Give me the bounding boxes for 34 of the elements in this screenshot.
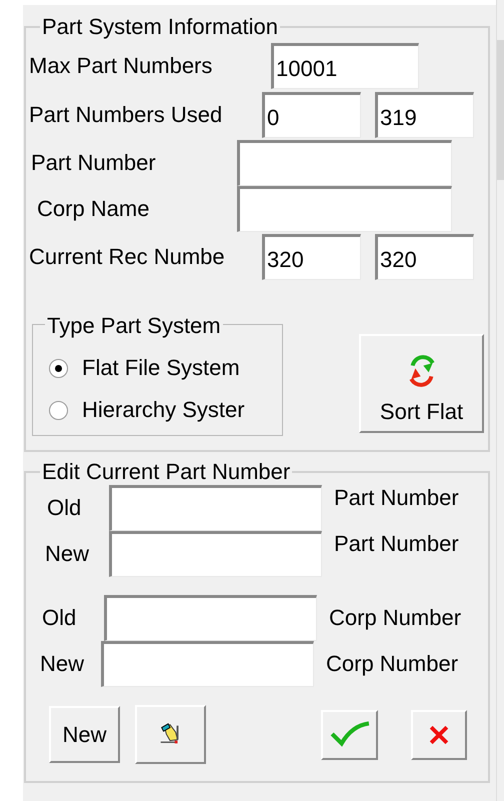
new-button[interactable]: New	[49, 706, 120, 763]
radio-label: Hierarchy Syster	[82, 397, 245, 423]
input-field[interactable]	[109, 485, 322, 531]
scrollbar[interactable]	[496, 0, 504, 801]
input-field[interactable]: 320	[375, 234, 474, 280]
input-field[interactable]	[104, 595, 317, 641]
input-field[interactable]	[237, 186, 452, 232]
field-label: Max Part Numbers	[29, 53, 214, 79]
input-field[interactable]: 319	[375, 92, 474, 138]
input-field[interactable]	[109, 531, 322, 577]
field-caption: Corp Number	[326, 651, 458, 677]
cancel-button[interactable]	[411, 710, 467, 760]
field-label: New	[40, 651, 86, 677]
field-caption: Part Number	[334, 485, 459, 511]
field-label: Corp Name	[36, 196, 150, 222]
input-field[interactable]: 10001	[271, 43, 419, 89]
field-label: Current Rec Numbe	[29, 244, 226, 270]
field-label: Part Number	[30, 150, 157, 176]
radio-button[interactable]	[49, 358, 68, 378]
field-label: Old	[42, 605, 78, 631]
field-caption: Corp Number	[329, 605, 462, 631]
field-label: Old	[47, 495, 82, 521]
field-caption: Part Number	[334, 531, 459, 557]
sort-button[interactable]: Sort Flat	[359, 334, 484, 433]
input-field[interactable]: 0	[262, 92, 361, 138]
field-label: New	[45, 541, 90, 567]
input-field[interactable]: 320	[262, 234, 361, 280]
input-field[interactable]	[237, 140, 452, 186]
radio-button[interactable]	[49, 400, 68, 420]
radio-label: Flat File System	[82, 355, 240, 381]
field-label: Part Numbers Used	[29, 102, 224, 128]
ok-button[interactable]	[321, 710, 378, 760]
edit-button[interactable]	[135, 705, 206, 764]
input-field[interactable]	[101, 641, 314, 687]
